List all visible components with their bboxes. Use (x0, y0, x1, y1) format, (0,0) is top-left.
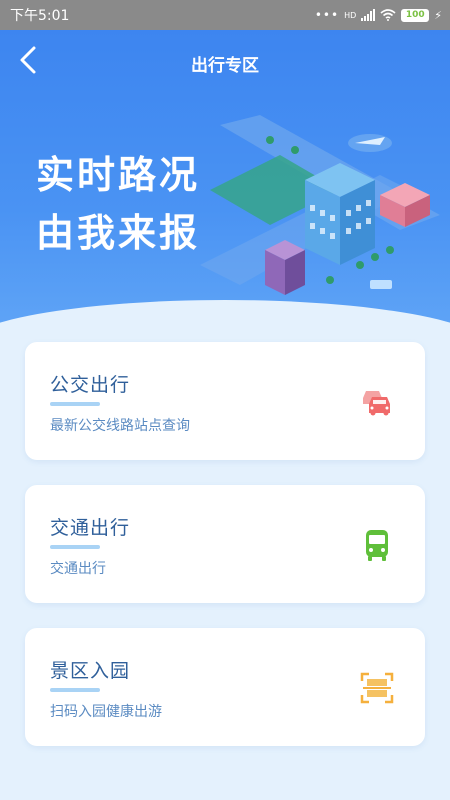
title-underline (50, 688, 100, 692)
title-underline (50, 402, 100, 406)
status-bar: 下午5:01 ••• HD 100 ⚡ (0, 0, 450, 30)
city-illustration (200, 115, 440, 295)
wifi-icon (380, 9, 396, 21)
hero-slogan: 实时路况 由我来报 (36, 146, 200, 262)
card-subtitle: 交通出行 (50, 561, 106, 577)
status-icons: ••• HD 100 ⚡ (315, 8, 442, 22)
battery-icon: 100 (401, 8, 430, 22)
card-scenic-entry[interactable]: 景区入园 扫码入园健康出游 (25, 628, 425, 746)
bus-icon (366, 530, 388, 561)
status-time: 下午5:01 (10, 8, 70, 24)
signal-icon (361, 9, 376, 21)
card-title: 公交出行 (50, 374, 131, 396)
hero-line-2: 由我来报 (36, 211, 201, 255)
hero-line-1: 实时路况 (36, 153, 201, 197)
hd-label: HD (344, 10, 357, 20)
card-traffic-travel[interactable]: 交通出行 交通出行 (25, 485, 425, 603)
charging-icon: ⚡ (434, 8, 442, 22)
more-dots-icon: ••• (314, 8, 340, 22)
card-subtitle: 最新公交线路站点查询 (50, 418, 190, 434)
page-title: 出行专区 (191, 56, 259, 76)
title-underline (50, 545, 100, 549)
card-subtitle: 扫码入园健康出游 (50, 704, 162, 720)
card-title: 景区入园 (50, 660, 131, 682)
hero-banner: 出行专区 实时路况 由我来报 (0, 30, 450, 330)
card-bus-travel[interactable]: 公交出行 最新公交线路站点查询 (25, 342, 425, 460)
cars-icon (363, 391, 390, 416)
scan-icon (360, 672, 394, 704)
card-title: 交通出行 (50, 517, 131, 539)
